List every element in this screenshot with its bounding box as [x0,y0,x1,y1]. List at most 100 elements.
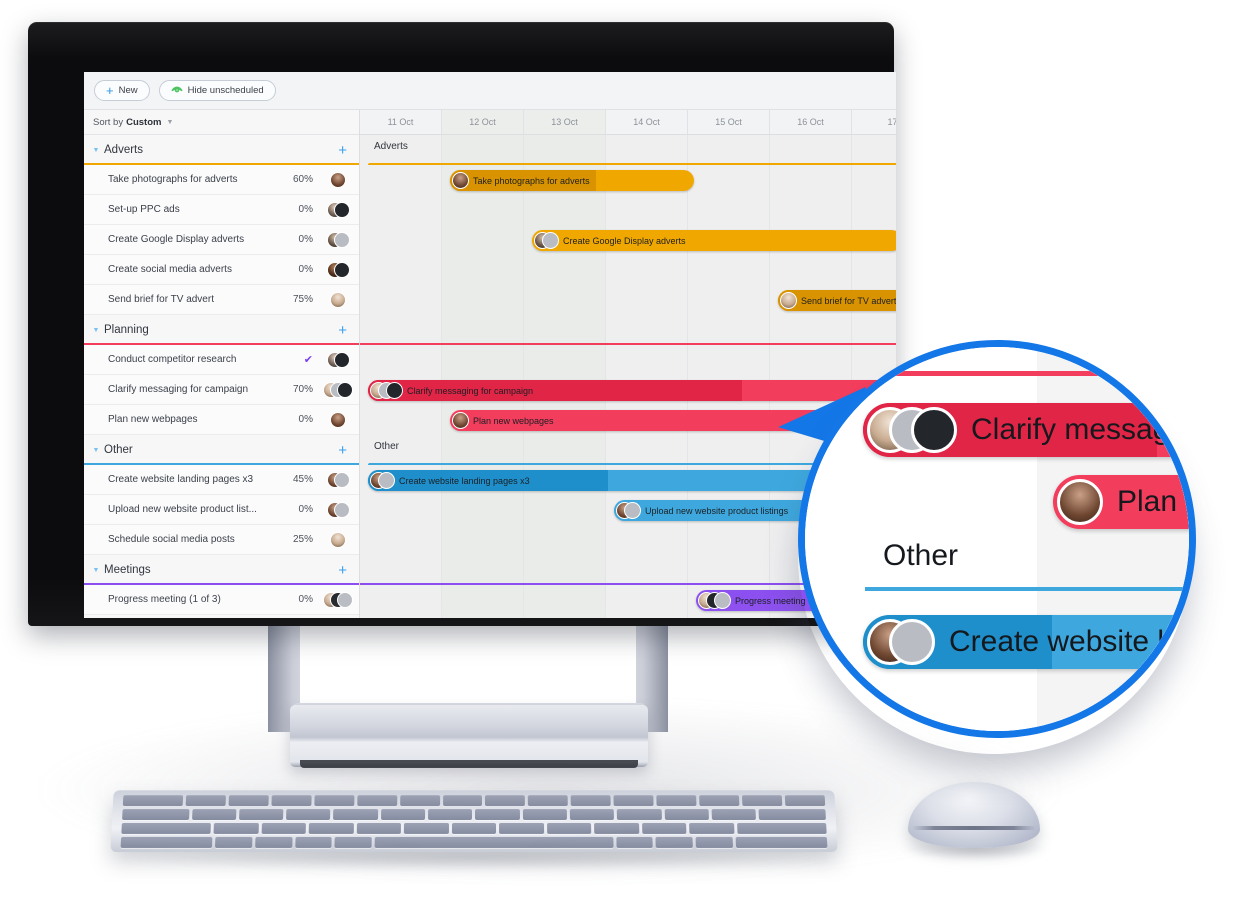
magnifier-group-line [865,587,1189,591]
keyboard-key[interactable] [569,809,615,821]
keyboard-key[interactable] [261,822,307,834]
scene: + New Hide unscheduled Sort by Custom ▼ … [0,0,1238,918]
keyboard-key[interactable] [736,822,827,834]
caret-down-icon[interactable]: ▼ [90,567,102,574]
keyboard-key[interactable] [121,822,211,834]
avatar [911,407,957,453]
task-row[interactable]: Set-up PPC ads 0% [84,195,359,225]
task-row[interactable]: Create social media adverts 0% [84,255,359,285]
keyboard-key[interactable] [485,795,526,807]
keyboard-key[interactable] [238,809,284,821]
task-row[interactable]: Create Google Display adverts 0% [84,225,359,255]
keyboard-key[interactable] [451,822,497,834]
keyboard-key[interactable] [122,795,184,807]
keyboard-key[interactable] [735,836,828,848]
keyboard-key[interactable] [334,836,372,848]
keyboard-key[interactable] [356,822,402,834]
keyboard-key[interactable] [528,795,569,807]
add-task-icon[interactable]: + [338,563,347,578]
keyboard-key[interactable] [641,822,687,834]
keyboard-key[interactable] [758,809,826,821]
keyboard-key[interactable] [655,836,693,848]
task-row[interactable]: Send brief for TV advert 75% [84,285,359,315]
task-row[interactable]: Create website landing pages x3 45% [84,465,359,495]
keyboard-key[interactable] [215,836,253,848]
group-header-planning[interactable]: ▼ Planning + [84,315,359,345]
keyboard-key[interactable] [475,809,520,821]
keyboard-key[interactable] [120,836,213,848]
gantt-group-label: Other [374,441,400,452]
caret-down-icon[interactable]: ▼ [90,147,102,154]
keyboard-key[interactable] [308,822,354,834]
task-assignees [321,261,355,278]
keyboard-key[interactable] [570,795,611,807]
keyboard-key[interactable] [695,836,733,848]
keyboard-key[interactable] [546,822,592,834]
keyboard-key[interactable] [784,795,826,807]
task-row[interactable]: Schedule social media posts 25% [84,525,359,555]
keyboard-key[interactable] [613,795,654,807]
add-task-icon[interactable]: + [338,323,347,338]
keyboard-key[interactable] [314,795,355,807]
keyboard-key[interactable] [442,795,483,807]
gantt-row: Send brief for TV advert [360,285,896,315]
keyboard-key[interactable] [616,836,654,848]
keyboard-key[interactable] [374,836,614,848]
gantt-row: Adverts [360,135,896,165]
keyboard-key[interactable] [404,822,449,834]
task-row[interactable]: Progress meeting (1 of 3) 0% [84,585,359,615]
keyboard-key[interactable] [399,795,440,807]
task-row[interactable]: Clarify messaging for campaign 70% [84,375,359,405]
keyboard-key[interactable] [356,795,397,807]
keyboard-key[interactable] [213,822,259,834]
keyboard-key[interactable] [428,809,473,821]
add-task-icon[interactable]: + [338,143,347,158]
keyboard-key[interactable] [271,795,312,807]
gantt-bar[interactable]: Create Google Display adverts [532,230,896,251]
magnifier-gantt-bar[interactable]: Clarify messaging for c [863,403,1189,457]
keyboard-key[interactable] [191,809,237,821]
task-row[interactable]: Take photographs for adverts 60% [84,165,359,195]
magnifier-gantt-bar[interactable]: Plan new [1053,475,1189,529]
gantt-bar-label: Upload new website product listings [645,505,789,516]
avatar [378,472,395,489]
caret-down-icon[interactable]: ▼ [90,327,102,334]
task-progress: 0% [298,504,313,515]
keyboard-key[interactable] [333,809,378,821]
keyboard-key[interactable] [522,809,568,821]
new-button[interactable]: + New [94,80,150,101]
magnifier-gantt-bar[interactable]: Create website landing [863,615,1189,669]
keyboard-key[interactable] [122,809,190,821]
keyboard-key[interactable] [594,822,640,834]
sort-control[interactable]: Sort by Custom ▼ [84,110,359,135]
keyboard-key[interactable] [185,795,226,807]
task-name: Create Google Display adverts [108,234,245,245]
group-header-meetings[interactable]: ▼ Meetings + [84,555,359,585]
keyboard-key[interactable] [742,795,783,807]
task-row[interactable]: Upload new website product list... 0% [84,495,359,525]
keyboard-key[interactable] [656,795,697,807]
keyboard-key[interactable] [228,795,269,807]
avatar [780,292,797,309]
keyboard-key[interactable] [499,822,544,834]
sort-value: Custom [126,116,162,128]
keyboard-key[interactable] [689,822,735,834]
add-task-icon[interactable]: + [338,443,347,458]
keyboard-key[interactable] [711,809,757,821]
keyboard[interactable] [110,790,838,852]
keyboard-key[interactable] [699,795,740,807]
gantt-bar[interactable]: Take photographs for adverts [450,170,694,191]
keyboard-key[interactable] [380,809,426,821]
hide-unscheduled-button[interactable]: Hide unscheduled [158,80,276,101]
group-header-adverts[interactable]: ▼ Adverts + [84,135,359,165]
task-row[interactable]: Plan new webpages 0% [84,405,359,435]
task-row[interactable]: Conduct competitor research ✔ [84,345,359,375]
keyboard-key[interactable] [664,809,710,821]
group-header-other[interactable]: ▼ Other + [84,435,359,465]
keyboard-key[interactable] [617,809,662,821]
keyboard-key[interactable] [286,809,331,821]
keyboard-key[interactable] [294,836,332,848]
caret-down-icon[interactable]: ▼ [90,447,102,454]
gantt-bar[interactable]: Send brief for TV advert [778,290,896,311]
keyboard-key[interactable] [255,836,293,848]
